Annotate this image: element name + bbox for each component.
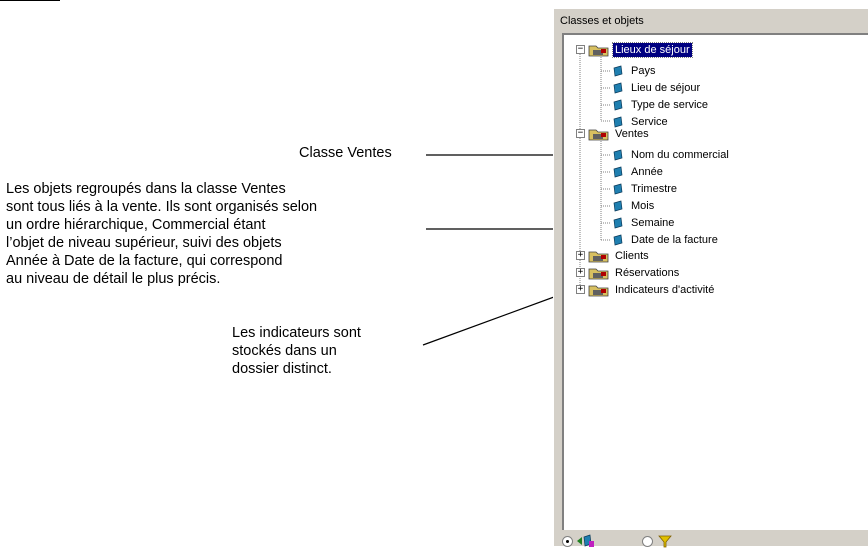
object-label: Date de la facture <box>631 234 718 246</box>
class-node-reservations[interactable]: Réservations <box>588 265 681 281</box>
dimension-object-icon <box>613 166 623 178</box>
object-node-type-de-service[interactable]: Type de service <box>612 97 710 113</box>
expand-toggle-ventes[interactable]: − <box>576 129 585 138</box>
object-label: Pays <box>631 65 656 77</box>
view-mode-bar <box>562 533 672 549</box>
class-folder-icon <box>588 129 609 141</box>
panel-title: Classes et objets <box>560 15 644 27</box>
dimension-object-icon <box>613 234 623 246</box>
object-node-pays[interactable]: Pays <box>612 63 657 79</box>
class-node-lieux-de-sejour[interactable]: Lieux de séjour <box>588 42 693 58</box>
classes-objets-panel: Classes et objets − Lieux de séjour Pays… <box>553 9 868 549</box>
class-node-clients[interactable]: Clients <box>588 248 651 264</box>
object-label: Semaine <box>631 217 675 229</box>
annotation-objets-ventes: Les objets regroupés dans la classe Vent… <box>6 181 318 287</box>
callout-line-indicateurs <box>422 289 574 346</box>
object-node-nom-du-commercial[interactable]: Nom du commercial <box>612 147 731 163</box>
dimension-object-icon <box>613 183 623 195</box>
object-label: Année <box>631 166 663 178</box>
class-label-lieux: Lieux de séjour <box>612 42 693 58</box>
object-label: Type de service <box>631 99 709 111</box>
class-tree[interactable]: − Lieux de séjour Pays Lieu de séjour Ty… <box>562 33 868 530</box>
dimension-object-icon <box>613 99 623 111</box>
objects-view-radio[interactable] <box>562 535 573 547</box>
expand-toggle-indicateurs[interactable]: + <box>576 285 585 294</box>
object-label: Mois <box>631 200 655 212</box>
dimension-object-icon <box>613 200 623 212</box>
annotation-indicateurs: Les indicateurs sont stockés dans un dos… <box>232 325 361 377</box>
object-label: Lieu de séjour <box>631 82 701 94</box>
object-node-trimestre[interactable]: Trimestre <box>612 181 679 197</box>
class-label-reservations: Réservations <box>615 267 680 279</box>
page-top-rule <box>0 0 60 21</box>
class-label-ventes: Ventes <box>615 128 649 140</box>
objects-view-icon <box>577 534 594 547</box>
object-node-lieu-de-sejour[interactable]: Lieu de séjour <box>612 80 702 96</box>
class-label-indicateurs: Indicateurs d'activité <box>615 284 715 296</box>
annotation-classe-ventes: Classe Ventes <box>299 145 392 161</box>
expand-toggle-clients[interactable]: + <box>576 251 585 260</box>
dimension-object-icon <box>613 82 623 94</box>
dimension-object-icon <box>613 65 623 77</box>
class-node-indicateurs[interactable]: Indicateurs d'activité <box>588 282 716 298</box>
class-node-ventes[interactable]: Ventes <box>588 126 651 142</box>
dimension-object-icon <box>613 149 623 161</box>
class-folder-icon <box>588 45 609 57</box>
class-folder-icon <box>588 251 609 263</box>
expand-toggle-lieux[interactable]: − <box>576 45 585 54</box>
filters-view-radio[interactable] <box>642 535 653 547</box>
object-node-mois[interactable]: Mois <box>612 198 656 214</box>
object-node-annee[interactable]: Année <box>612 164 665 180</box>
object-label: Nom du commercial <box>631 149 729 161</box>
class-folder-icon <box>588 285 609 297</box>
class-folder-icon <box>588 268 609 280</box>
object-label: Trimestre <box>631 183 678 195</box>
dimension-object-icon <box>613 217 623 229</box>
object-node-date-de-la-facture[interactable]: Date de la facture <box>612 232 720 248</box>
expand-toggle-reservations[interactable]: + <box>576 268 585 277</box>
class-label-clients: Clients <box>615 250 649 262</box>
object-node-semaine[interactable]: Semaine <box>612 215 676 231</box>
